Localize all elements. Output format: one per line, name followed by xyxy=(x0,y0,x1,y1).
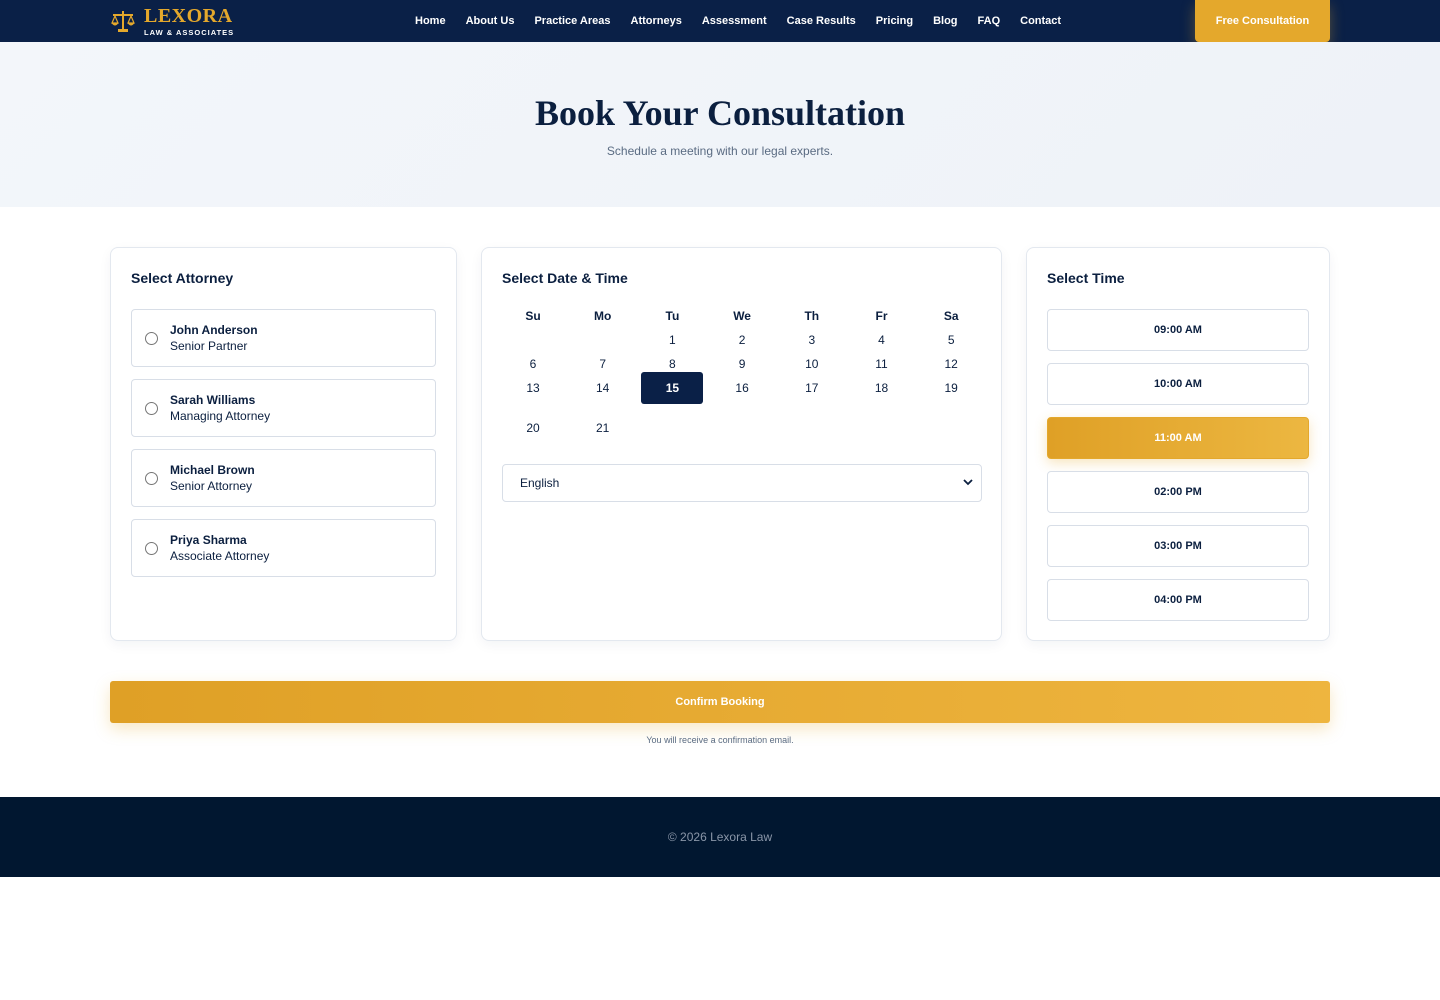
main-menu: Home About Us Practice Areas Attorneys A… xyxy=(405,0,1071,42)
calendar-day[interactable]: 6 xyxy=(502,354,564,374)
scales-icon xyxy=(111,11,135,32)
attorney-name: John Anderson xyxy=(170,323,258,337)
card-title: Select Date & Time xyxy=(502,270,628,286)
calendar-day[interactable]: 11 xyxy=(851,354,913,374)
attorney-role: Senior Attorney xyxy=(170,479,253,493)
footer-copyright: © 2026 Lexora Law xyxy=(667,830,773,844)
calendar-weekday-header: Tu xyxy=(665,309,680,323)
attorney-option[interactable]: Priya Sharma Associate Attorney xyxy=(131,519,436,577)
radio-button[interactable] xyxy=(145,472,158,485)
calendar-day[interactable]: 19 xyxy=(920,378,982,398)
hero-section: Book Your Consultation Schedule a meetin… xyxy=(0,42,1440,207)
calendar-day[interactable]: 4 xyxy=(851,330,913,350)
calendar-weekday-header: Th xyxy=(804,309,820,323)
calendar-weekday-header: Mo xyxy=(594,309,612,323)
time-slot-button[interactable]: 11:00 AM xyxy=(1047,417,1309,459)
calendar-day[interactable]: 21 xyxy=(572,418,634,438)
top-navbar: LEXORA LAW & ASSOCIATES Home About Us Pr… xyxy=(0,0,1440,42)
nav-link-contact[interactable]: Contact xyxy=(1020,15,1061,27)
attorney-option[interactable]: Michael Brown Senior Attorney xyxy=(131,449,436,507)
calendar-day[interactable]: 18 xyxy=(851,378,913,398)
footer: © 2026 Lexora Law xyxy=(0,797,1440,877)
calendar-weekday-header: Fr xyxy=(875,309,888,323)
calendar-day[interactable]: 12 xyxy=(920,354,982,374)
attorney-name: Michael Brown xyxy=(170,463,255,477)
attorney-option[interactable]: John Anderson Senior Partner xyxy=(131,309,436,367)
calendar-day[interactable]: 2 xyxy=(711,330,773,350)
confirm-booking-button[interactable]: Confirm Booking xyxy=(110,681,1330,723)
nav-link-case-results[interactable]: Case Results xyxy=(787,15,856,27)
calendar-day[interactable]: 13 xyxy=(502,378,564,398)
card-title: Select Time xyxy=(1047,270,1125,286)
time-slot-button[interactable]: 09:00 AM xyxy=(1047,309,1309,351)
calendar-day[interactable]: 16 xyxy=(711,378,773,398)
page-title: Book Your Consultation xyxy=(534,93,906,133)
calendar-day[interactable]: 10 xyxy=(781,354,843,374)
attorney-name: Sarah Williams xyxy=(170,393,256,407)
page-subtitle: Schedule a meeting with our legal expert… xyxy=(606,144,834,158)
nav-link-home[interactable]: Home xyxy=(415,15,446,27)
time-slot-button[interactable]: 02:00 PM xyxy=(1047,471,1309,513)
calendar-day[interactable]: 7 xyxy=(572,354,634,374)
calendar-weekday-header: We xyxy=(733,309,751,323)
brand-logo[interactable]: LEXORA LAW & ASSOCIATES xyxy=(110,5,234,37)
brand-subtitle: LAW & ASSOCIATES xyxy=(144,27,235,37)
calendar-day[interactable]: 3 xyxy=(781,330,843,350)
radio-button[interactable] xyxy=(145,402,158,415)
nav-link-attorneys[interactable]: Attorneys xyxy=(631,15,682,27)
calendar-day[interactable]: 14 xyxy=(572,378,634,398)
select-date-card: Select Date & Time Su Mo Tu We Th Fr Sa 1 2 3 4 5 6 7… xyxy=(481,247,1002,641)
calendar-weekday-header: Su xyxy=(525,309,541,323)
language-select[interactable]: English xyxy=(502,464,982,502)
time-slot-button[interactable]: 10:00 AM xyxy=(1047,363,1309,405)
language-select-value: English xyxy=(520,476,560,490)
attorney-name: Priya Sharma xyxy=(170,533,247,547)
calendar-day[interactable]: 17 xyxy=(781,378,843,398)
confirmation-note: You will receive a confirmation email. xyxy=(646,735,794,745)
card-title: Select Attorney xyxy=(131,270,234,286)
calendar-day-selected[interactable]: 15 xyxy=(641,372,704,404)
calendar-day[interactable]: 20 xyxy=(502,418,564,438)
attorney-role: Associate Attorney xyxy=(170,549,270,563)
radio-button[interactable] xyxy=(145,332,158,345)
chevron-down-icon xyxy=(963,479,973,486)
nav-link-about[interactable]: About Us xyxy=(466,15,515,27)
nav-link-faq[interactable]: FAQ xyxy=(978,15,1001,27)
calendar-day[interactable]: 5 xyxy=(920,330,982,350)
calendar-day[interactable]: 9 xyxy=(711,354,773,374)
brand-name: LEXORA xyxy=(144,4,233,27)
attorney-option[interactable]: Sarah Williams Managing Attorney xyxy=(131,379,436,437)
calendar-day[interactable]: 1 xyxy=(641,330,703,350)
free-consultation-button[interactable]: Free Consultation xyxy=(1195,0,1330,42)
nav-link-pricing[interactable]: Pricing xyxy=(876,15,913,27)
nav-link-practice-areas[interactable]: Practice Areas xyxy=(534,15,610,27)
select-time-card: Select Time 09:00 AM 10:00 AM 11:00 AM 0… xyxy=(1026,247,1330,641)
nav-link-blog[interactable]: Blog xyxy=(933,15,957,27)
select-attorney-card: Select Attorney John Anderson Senior Par… xyxy=(110,247,457,641)
calendar-weekday-header: Sa xyxy=(943,309,959,323)
time-slot-button[interactable]: 04:00 PM xyxy=(1047,579,1309,621)
time-slot-button[interactable]: 03:00 PM xyxy=(1047,525,1309,567)
radio-button[interactable] xyxy=(145,542,158,555)
attorney-role: Senior Partner xyxy=(170,339,248,353)
calendar-day[interactable]: 8 xyxy=(641,354,703,374)
attorney-role: Managing Attorney xyxy=(170,409,271,423)
nav-link-assessment[interactable]: Assessment xyxy=(702,15,767,27)
